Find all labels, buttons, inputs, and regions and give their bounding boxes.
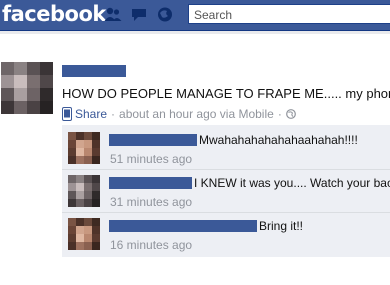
messages-icon[interactable]	[130, 6, 148, 23]
post-timestamp[interactable]: about an hour ago via Mobile	[119, 107, 274, 121]
comment-text: I KNEW it was you.... Watch your back	[194, 176, 390, 190]
comment-text: Mwahahahahahahaahahah!!!!	[199, 133, 358, 147]
meta-separator: ·	[111, 107, 116, 121]
comment-item: Mwahahahahahahaahahah!!!! 51 minutes ago	[62, 127, 390, 169]
post-text: HOW DO PEOPLE MANAGE TO FRAPE ME..... my…	[62, 86, 390, 101]
search-input[interactable]: Search	[188, 4, 390, 24]
commenter-name-redacted[interactable]	[109, 177, 192, 189]
meta-separator: ·	[277, 107, 282, 121]
commenter-avatar[interactable]	[68, 132, 100, 164]
comment-timestamp[interactable]: 51 minutes ago	[110, 152, 192, 166]
share-link[interactable]: Share	[75, 107, 107, 121]
commenter-name-redacted[interactable]	[109, 220, 257, 232]
comment-timestamp[interactable]: 16 minutes ago	[110, 238, 192, 252]
commenter-name-redacted[interactable]	[109, 134, 197, 146]
friends-icon[interactable]	[104, 6, 122, 23]
sub-bar	[0, 31, 390, 34]
facebook-logo[interactable]: facebook	[2, 2, 106, 26]
notifications-icon[interactable]	[156, 6, 174, 23]
comment-text: Bring it!!	[259, 219, 304, 233]
comment-item: Bring it!! 16 minutes ago	[62, 213, 390, 255]
commenter-avatar[interactable]	[68, 175, 100, 207]
post-meta: Share · about an hour ago via Mobile ·	[62, 106, 296, 122]
comment-timestamp[interactable]: 31 minutes ago	[110, 195, 192, 209]
globe-icon	[285, 109, 296, 119]
post-author-avatar[interactable]	[1, 62, 53, 114]
share-icon	[62, 107, 72, 121]
post-author-name-redacted[interactable]	[62, 65, 126, 77]
comments-section: Mwahahahahahahaahahah!!!! 51 minutes ago	[62, 125, 390, 257]
top-bar: facebook Search	[0, 0, 390, 31]
comment-item: I KNEW it was you.... Watch your back 31…	[62, 170, 390, 212]
commenter-avatar[interactable]	[68, 218, 100, 250]
